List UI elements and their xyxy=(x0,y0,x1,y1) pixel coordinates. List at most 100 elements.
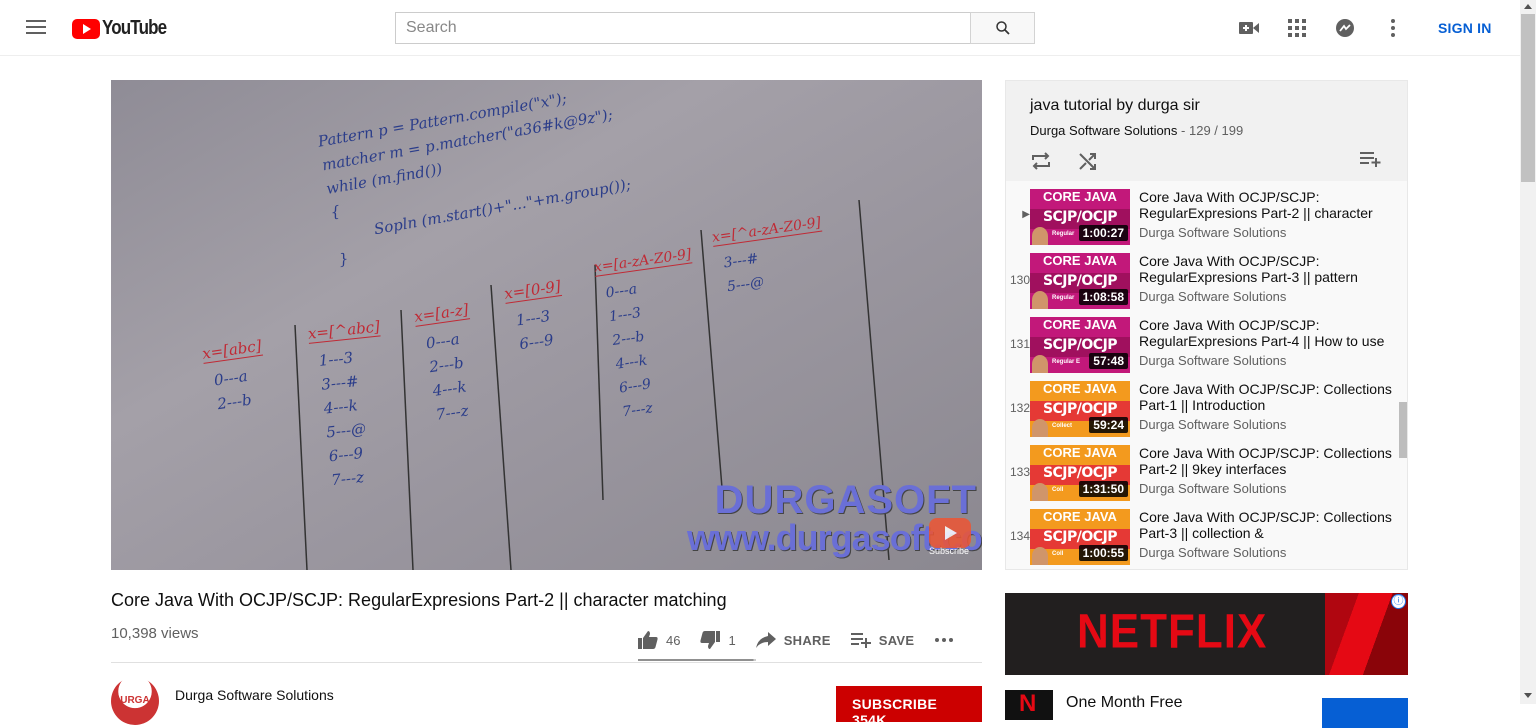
thumb-heading: CORE JAVA xyxy=(1043,445,1117,460)
netflix-small-logo xyxy=(1005,690,1053,720)
more-options-icon[interactable] xyxy=(1381,16,1405,40)
playlist-title[interactable]: java tutorial by durga sir xyxy=(1030,97,1383,115)
video-actions: 46 1 SHARE SAVE xyxy=(638,620,962,660)
scroll-down-arrow-icon[interactable] xyxy=(1524,693,1532,698)
thumbs-up-icon xyxy=(638,631,658,649)
playlist-owner[interactable]: Durga Software Solutions xyxy=(1030,123,1177,138)
duration-badge: 59:24 xyxy=(1089,417,1128,433)
logo-text: YouTube xyxy=(102,17,167,39)
search-input[interactable]: Search xyxy=(395,12,971,44)
playlist-subtitle: Durga Software Solutions - 129 / 199 xyxy=(1030,123,1244,138)
playlist-video-title[interactable]: Core Java With OCJP/SCJP: Collections Pa… xyxy=(1139,445,1394,477)
video-thumbnail[interactable]: CORE JAVA SCJP/OCJP Coll 1:00:55 xyxy=(1030,509,1130,565)
whiteboard-column: x=[abc] 0---a 2---b xyxy=(201,336,270,418)
playlist-items: ▶ CORE JAVA SCJP/OCJP Regular 1:00:27 Core Ja… xyxy=(1006,185,1398,569)
playlist-menu-icon[interactable] xyxy=(1360,151,1384,175)
video-thumbnail[interactable]: CORE JAVA SCJP/OCJP Collect 59:24 xyxy=(1030,381,1130,437)
playlist-position: 129 / 199 xyxy=(1189,123,1244,138)
scroll-up-arrow-icon[interactable] xyxy=(1524,4,1532,9)
subscribe-overlay-label: Subscribe xyxy=(929,546,970,556)
dislike-count: 1 xyxy=(728,632,736,648)
video-thumbnail[interactable]: CORE JAVA SCJP/OCJP Coll 1:31:50 xyxy=(1030,445,1130,501)
search-button[interactable] xyxy=(970,12,1035,44)
now-playing-icon: ▶ xyxy=(1022,209,1030,220)
thumb-tag: Collect xyxy=(1052,423,1073,429)
netflix-logo: NETFLIX xyxy=(1077,604,1268,659)
whiteboard-column: x=[0-9] 1---3 6---9 xyxy=(503,277,569,357)
playlist-video-title[interactable]: Core Java With OCJP/SCJP: Collections Pa… xyxy=(1139,509,1394,541)
thumb-presenter xyxy=(1032,483,1048,501)
channel-avatar[interactable]: DURGA xyxy=(111,677,159,725)
duration-badge: 1:00:55 xyxy=(1078,545,1128,561)
thumb-presenter xyxy=(1032,547,1048,565)
playlist-add-icon xyxy=(850,633,871,648)
like-count: 46 xyxy=(666,632,681,648)
thumb-presenter xyxy=(1032,227,1048,245)
avatar-text: DURGA xyxy=(113,695,150,706)
thumb-presenter xyxy=(1032,355,1048,373)
ad-info-icon[interactable]: ⓘ xyxy=(1391,594,1406,609)
playlist-index: 133 xyxy=(1009,465,1030,479)
subscribe-overlay-icon[interactable] xyxy=(929,518,971,548)
thumb-tag: Regular xyxy=(1052,295,1075,301)
video-thumbnail[interactable]: CORE JAVA SCJP/OCJP Regular E 57:48 xyxy=(1030,317,1130,373)
shuffle-icon[interactable] xyxy=(1078,151,1102,175)
video-thumbnail[interactable]: CORE JAVA SCJP/OCJP Regular 1:08:58 xyxy=(1030,253,1130,309)
playlist-video-channel: Durga Software Solutions xyxy=(1139,289,1287,304)
ad-cta-button[interactable] xyxy=(1322,698,1408,728)
playlist-video-title[interactable]: Core Java With OCJP/SCJP: RegularExpresi… xyxy=(1139,317,1394,349)
loop-icon[interactable] xyxy=(1030,151,1054,175)
ad-banner[interactable]: NETFLIX xyxy=(1005,593,1408,675)
messages-icon[interactable] xyxy=(1333,16,1357,40)
thumb-presenter xyxy=(1032,291,1048,309)
playlist-item-text: Core Java With OCJP/SCJP: Collections Pa… xyxy=(1139,445,1394,496)
duration-badge: 1:00:27 xyxy=(1078,225,1128,241)
thumb-tag: Regular xyxy=(1052,231,1075,237)
playlist-item[interactable]: 133 CORE JAVA SCJP/OCJP Coll 1:31:50 Core Jav… xyxy=(1006,441,1398,505)
playlist-item[interactable]: 130 CORE JAVA SCJP/OCJP Regular 1:08:58 Core … xyxy=(1006,249,1398,313)
youtube-play-icon xyxy=(72,18,100,39)
divider xyxy=(111,662,982,663)
playlist-index: 131 xyxy=(1009,337,1030,351)
duration-badge: 57:48 xyxy=(1089,353,1128,369)
playlist-item-text: Core Java With OCJP/SCJP: Collections Pa… xyxy=(1139,509,1394,560)
duration-badge: 1:31:50 xyxy=(1078,481,1128,497)
page-scroll-thumb[interactable] xyxy=(1521,14,1535,182)
ad-tagline: One Month Free xyxy=(1066,694,1183,711)
apps-grid-icon[interactable] xyxy=(1285,16,1309,40)
youtube-logo[interactable]: YouTube xyxy=(72,17,178,40)
search-icon xyxy=(995,21,1010,35)
playlist-item[interactable]: ▶ CORE JAVA SCJP/OCJP Regular 1:00:27 Core Ja… xyxy=(1006,185,1398,249)
like-button[interactable]: 46 xyxy=(638,631,680,649)
playlist-panel: java tutorial by durga sir Durga Softwar… xyxy=(1005,80,1408,570)
thumbs-down-icon xyxy=(700,631,721,649)
more-actions-button[interactable] xyxy=(934,637,962,643)
watermark-line1: DURGASOFT xyxy=(714,478,977,522)
channel-name[interactable]: Durga Software Solutions xyxy=(175,687,334,703)
playlist-video-channel: Durga Software Solutions xyxy=(1139,417,1287,432)
video-title: Core Java With OCJP/SCJP: RegularExpresi… xyxy=(111,590,727,610)
subscribe-button[interactable]: SUBSCRIBE 354K xyxy=(836,686,982,728)
playlist-video-channel: Durga Software Solutions xyxy=(1139,225,1287,240)
playlist-video-title[interactable]: Core Java With OCJP/SCJP: RegularExpresi… xyxy=(1139,253,1394,285)
playlist-item[interactable]: 132 CORE JAVA SCJP/OCJP Collect 59:24 Core Ja… xyxy=(1006,377,1398,441)
playlist-index: 130 xyxy=(1009,273,1030,287)
video-thumbnail[interactable]: CORE JAVA SCJP/OCJP Regular 1:00:27 xyxy=(1030,189,1130,245)
playlist-video-title[interactable]: Core Java With OCJP/SCJP: RegularExpresi… xyxy=(1139,189,1394,221)
save-button[interactable]: SAVE xyxy=(850,632,915,648)
video-player[interactable]: Pattern p = Pattern.compile("x"); matche… xyxy=(111,80,982,570)
playlist-item[interactable]: 134 CORE JAVA SCJP/OCJP Coll 1:00:55 Core Jav… xyxy=(1006,505,1398,569)
sign-in-button[interactable]: SIGN IN xyxy=(1426,18,1504,38)
share-button[interactable]: SHARE xyxy=(755,632,831,648)
playlist-item[interactable]: 131 CORE JAVA SCJP/OCJP Regular E 57:48 Core … xyxy=(1006,313,1398,377)
share-icon xyxy=(755,632,776,648)
playlist-video-channel: Durga Software Solutions xyxy=(1139,481,1287,496)
create-video-icon[interactable] xyxy=(1237,16,1261,40)
guide-menu-icon[interactable] xyxy=(24,16,48,40)
playlist-video-title[interactable]: Core Java With OCJP/SCJP: Collections Pa… xyxy=(1139,381,1394,413)
dislike-button[interactable]: 1 xyxy=(700,631,736,649)
thumb-tag: Coll xyxy=(1052,487,1064,493)
playlist-item-text: Core Java With OCJP/SCJP: RegularExpresi… xyxy=(1139,317,1394,368)
playlist-scrollbar[interactable] xyxy=(1399,402,1407,458)
playlist-video-channel: Durga Software Solutions xyxy=(1139,353,1287,368)
